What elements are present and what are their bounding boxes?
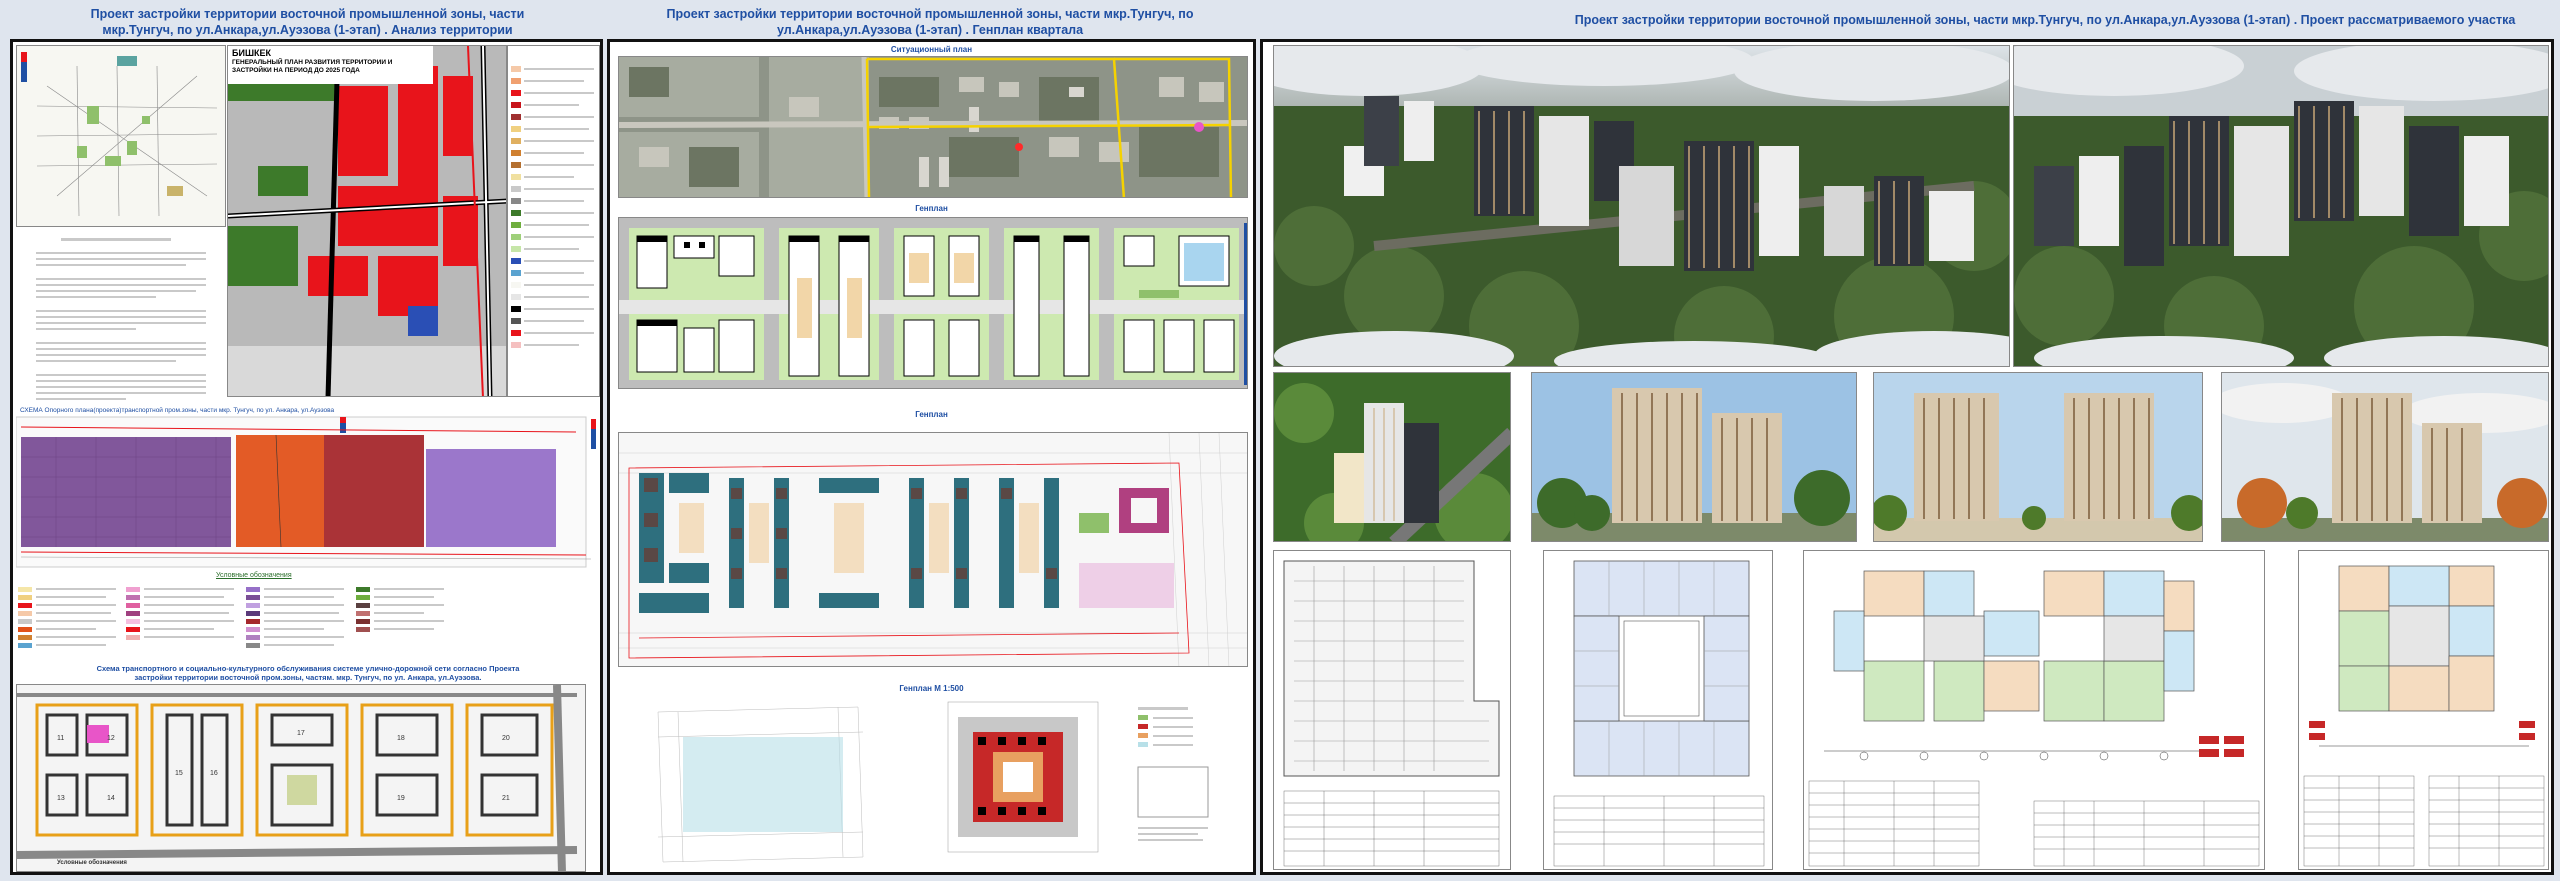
svg-text:12: 12 [107, 735, 115, 742]
genplan-colored-plan [618, 217, 1248, 389]
scheme-legend-title: Условные обозначения [216, 572, 292, 579]
situation-plan-label: Ситуационный план [890, 45, 973, 54]
genplan-scale-label: Генплан М 1:500 [899, 684, 964, 693]
situation-plan-aerial [618, 56, 1248, 198]
transport-legend-title: Условные обозначения [57, 860, 127, 866]
svg-text:13: 13 [57, 795, 65, 802]
genplan-detailed-plan [618, 432, 1248, 667]
panel3-title: Проект застройки территории восточной пр… [1574, 13, 2516, 27]
scheme-title: СХЕМА Опорного плана(проекта)транспортно… [20, 407, 335, 414]
genplan-panel: Ситуационный план Генплан Генплан Генпла… [607, 39, 1256, 875]
transport-scheme-title: Схема транспортного и социально-культурн… [96, 664, 520, 682]
city-location-map [16, 45, 226, 227]
ground-floor-plan [1543, 550, 1773, 870]
aerial-render-main [1273, 45, 2010, 367]
panel1-title: Проект застройки территории восточной пр… [90, 7, 525, 37]
svg-text:15: 15 [175, 770, 183, 777]
render-street-view-1 [1531, 372, 1857, 542]
genplan2-label: Генплан [915, 410, 948, 419]
svg-text:11: 11 [57, 735, 64, 742]
svg-text:21: 21 [502, 795, 510, 802]
analysis-panel: БИШКЕК ГЕНЕРАЛЬНЫЙ ПЛАН РАЗВИТИЯ ТЕРРИТО… [10, 39, 603, 875]
render-street-view-3 [2221, 372, 2549, 542]
genplan-title: ГЕНЕРАЛЬНЫЙ ПЛАН РАЗВИТИЯ ТЕРРИТОРИИ И З… [232, 59, 393, 74]
project-panel [1260, 39, 2554, 875]
render-street-view-2 [1873, 372, 2203, 542]
transport-scheme-map: 11 12 13 14 15 16 17 18 19 20 21 Условные обозна… [16, 684, 586, 872]
panel2-title: Проект застройки территории восточной пр… [666, 7, 1194, 37]
section-floor-plan [2298, 550, 2549, 870]
master-plan-legend [507, 45, 600, 397]
city-master-plan-map: БИШКЕК ГЕНЕРАЛЬНЫЙ ПЛАН РАЗВИТИЯ ТЕРРИТО… [227, 45, 507, 397]
svg-text:18: 18 [397, 735, 405, 742]
render-aerial-corner [1273, 372, 1511, 542]
aerial-render-secondary [2013, 45, 2549, 367]
parking-floor-plan [1273, 550, 1511, 870]
svg-text:14: 14 [107, 795, 115, 802]
svg-text:16: 16 [210, 770, 218, 777]
svg-text:19: 19 [397, 795, 405, 802]
svg-text:17: 17 [297, 730, 305, 737]
genplan-label: Генплан [915, 204, 948, 213]
site-reference-scheme: СХЕМА Опорного плана(проекта)транспортно… [16, 407, 600, 689]
genplan-city-label: БИШКЕК [232, 48, 271, 58]
typical-floor-plan-section [1803, 550, 2265, 870]
svg-text:20: 20 [502, 735, 510, 742]
genplan-scale-plan [618, 697, 1248, 872]
